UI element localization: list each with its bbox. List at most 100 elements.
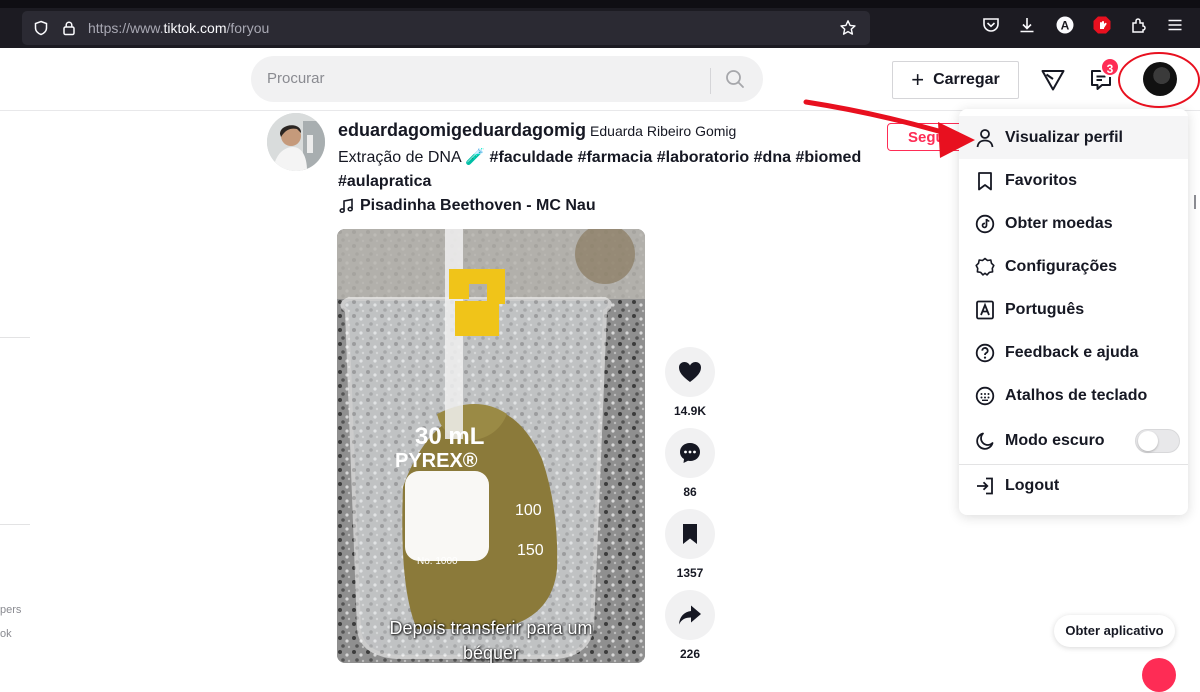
address-bar[interactable]: https://www.tiktok.com/foryou (22, 11, 870, 45)
dark-mode-toggle[interactable] (1135, 429, 1180, 453)
menu-item-favorites[interactable]: Favoritos (959, 159, 1188, 202)
menu-item-get-coins[interactable]: Obter moedas (959, 202, 1188, 245)
toggle-knob (1138, 431, 1158, 451)
save-action[interactable]: 1357 (665, 509, 715, 580)
plus-icon: + (911, 67, 925, 92)
get-app-button[interactable]: Obter aplicativo (1054, 615, 1175, 647)
url-prefix: https://www. (88, 20, 164, 36)
like-count: 14.9K (673, 404, 707, 418)
like-button[interactable] (665, 347, 715, 397)
messages-send-icon[interactable] (1040, 68, 1066, 92)
menu-label: Configurações (1005, 257, 1118, 275)
menu-label: Favoritos (1005, 171, 1078, 189)
share-count: 226 (679, 647, 701, 661)
menu-label: Logout (1005, 476, 1060, 494)
upload-button[interactable]: + Carregar (892, 61, 1019, 99)
adblock-extension-icon[interactable] (1092, 15, 1112, 35)
gear-icon (975, 257, 995, 276)
menu-item-view-profile[interactable]: Visualizar perfil (959, 116, 1188, 159)
caption-hashtags[interactable]: #faculdade #farmacia #laboratorio #dna #… (490, 149, 862, 166)
video-frame: 30 mL PYREX® 100 150 No. 1000 (337, 229, 645, 663)
account-extension-icon[interactable]: A (1055, 15, 1075, 35)
post-caption: Extração de DNA 🧪 #faculdade #farmacia #… (338, 146, 878, 194)
sidebar-divider (0, 337, 30, 338)
author-username[interactable]: eduardagomigeduardagomig (338, 120, 586, 140)
menu-item-keyboard-shortcuts[interactable]: Atalhos de teclado (959, 374, 1188, 417)
browser-tab-strip (0, 0, 1200, 8)
coin-icon (975, 214, 995, 233)
comment-action[interactable]: 86 (665, 428, 715, 499)
menu-label: Português (1005, 300, 1085, 318)
beaker-mark-100: 100 (515, 502, 542, 519)
music-link[interactable]: Pisadinha Beethoven - MC Nau (338, 197, 596, 215)
url-host: tiktok.com (163, 20, 227, 36)
bookmark-icon (978, 171, 992, 190)
profile-dropdown-menu: Visualizar perfil Favoritos Obter moedas… (959, 109, 1188, 515)
menu-label: Visualizar perfil (1005, 128, 1123, 146)
beaker-brand-text: PYREX® (395, 450, 478, 472)
download-icon[interactable] (1017, 15, 1037, 35)
shield-icon[interactable] (33, 20, 49, 36)
caption-hashtag[interactable]: #aulapratica (338, 173, 431, 190)
lock-icon[interactable] (61, 20, 77, 36)
moon-icon (976, 432, 994, 450)
sidebar-link-fragment[interactable]: ok (0, 628, 12, 640)
search-divider (710, 68, 711, 94)
scrollbar-thumb[interactable] (1194, 195, 1196, 209)
keyboard-icon (975, 386, 995, 405)
post-author[interactable]: eduardagomigeduardagomig Eduarda Ribeiro … (338, 120, 736, 141)
share-icon (679, 605, 701, 625)
url-text[interactable]: https://www.tiktok.com/foryou (88, 20, 269, 36)
search-icon[interactable] (725, 69, 745, 89)
comment-button[interactable] (665, 428, 715, 478)
caption-text: Extração de DNA 🧪 (338, 149, 490, 166)
sidebar-divider (0, 524, 30, 525)
like-action[interactable]: 14.9K (665, 347, 715, 418)
music-note-icon (339, 198, 353, 214)
help-icon (975, 343, 995, 362)
menu-item-language[interactable]: Português (959, 288, 1188, 331)
menu-item-feedback-help[interactable]: Feedback e ajuda (959, 331, 1188, 374)
share-action[interactable]: 226 (665, 590, 715, 661)
video-subtitle-line1: Depois transferir para um (389, 618, 593, 638)
bookmark-star-icon[interactable] (839, 19, 857, 37)
share-button[interactable] (665, 590, 715, 640)
inbox-badge: 3 (1100, 57, 1120, 77)
menu-label: Obter moedas (1005, 214, 1113, 232)
sidebar-link-fragment[interactable]: pers (0, 604, 21, 616)
upload-label: Carregar (933, 71, 1000, 88)
browser-toolbar: https://www.tiktok.com/foryou A (0, 0, 1200, 48)
menu-label: Modo escuro (1005, 431, 1105, 449)
scroll-top-button[interactable] (1142, 658, 1176, 692)
author-photo (267, 113, 325, 171)
video-subtitle-line2: béquer (462, 643, 520, 663)
bookmark-icon (683, 524, 697, 544)
menu-item-logout[interactable]: Logout (959, 464, 1188, 507)
author-nickname[interactable]: Eduarda Ribeiro Gomig (590, 123, 736, 139)
follow-button[interactable]: Seguir (887, 123, 967, 151)
hamburger-menu-icon[interactable] (1165, 15, 1185, 35)
url-path: /foryou (226, 20, 270, 36)
save-button[interactable] (665, 509, 715, 559)
video-player[interactable]: 30 mL PYREX® 100 150 No. 1000 Depois tra… (337, 229, 645, 663)
heart-icon (679, 362, 701, 382)
menu-label: Feedback e ajuda (1005, 343, 1139, 361)
user-icon (976, 128, 994, 147)
beaker-volume-text: 30 mL (415, 423, 484, 450)
save-count: 1357 (676, 566, 704, 580)
site-header: Procurar + Carregar 3 (0, 48, 1200, 111)
search-input[interactable]: Procurar (267, 70, 325, 87)
search-bar[interactable]: Procurar (251, 56, 763, 102)
logout-icon (977, 477, 993, 494)
language-icon (976, 300, 994, 319)
extensions-icon[interactable] (1129, 15, 1149, 35)
author-avatar[interactable] (267, 113, 325, 171)
menu-label: Atalhos de teclado (1005, 386, 1148, 404)
beaker-mark-150: 150 (517, 542, 544, 559)
music-title: Pisadinha Beethoven - MC Nau (360, 197, 596, 214)
menu-item-settings[interactable]: Configurações (959, 245, 1188, 288)
pocket-icon[interactable] (981, 15, 1001, 35)
comment-icon (680, 443, 700, 463)
comment-count: 86 (683, 485, 697, 499)
profile-avatar[interactable] (1143, 62, 1177, 96)
